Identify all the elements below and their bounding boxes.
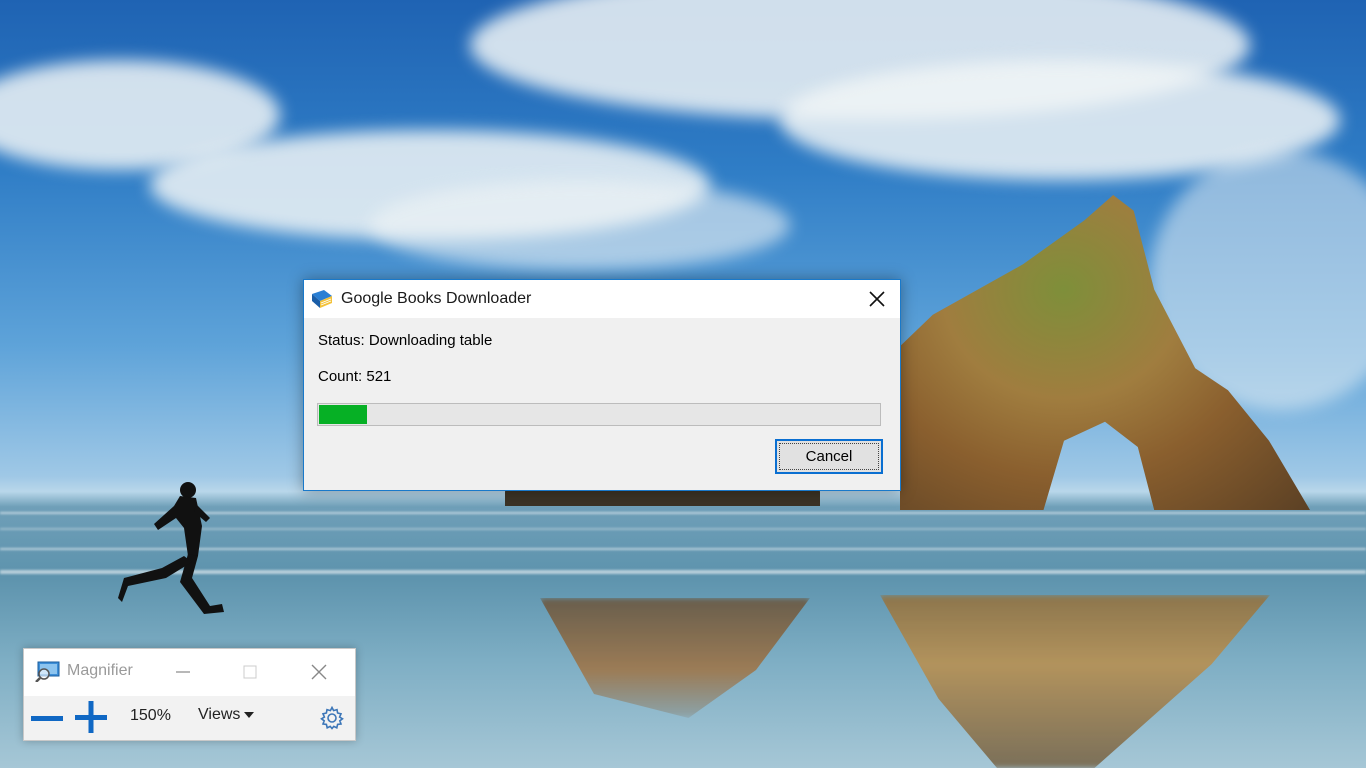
minus-icon[interactable] xyxy=(29,702,65,734)
downloader-dialog: Google Books Downloader Status: Download… xyxy=(303,279,901,491)
status-label: Status: Downloading table xyxy=(318,332,493,349)
count-label: Count: 521 xyxy=(318,368,392,385)
chevron-down-icon xyxy=(244,711,255,718)
magnifier-maximize-button[interactable] xyxy=(232,657,268,687)
cancel-button[interactable]: Cancel xyxy=(775,439,883,474)
zoom-level: 150% xyxy=(130,707,171,724)
cancel-button-label: Cancel xyxy=(779,443,879,470)
runner-silhouette xyxy=(118,482,224,614)
dialog-titlebar[interactable]: Google Books Downloader xyxy=(304,280,900,318)
views-label: Views xyxy=(198,706,241,723)
magnifier-minimize-button[interactable] xyxy=(165,657,201,687)
plus-icon[interactable] xyxy=(73,700,109,734)
cloud xyxy=(370,180,790,270)
dialog-close-button[interactable] xyxy=(854,280,900,318)
close-icon xyxy=(869,291,885,307)
minimize-icon xyxy=(176,671,190,673)
magnifier-title: Magnifier xyxy=(67,662,133,679)
dialog-title: Google Books Downloader xyxy=(341,290,532,307)
rock-reflection xyxy=(880,595,1270,768)
magnifier-close-button[interactable] xyxy=(301,657,337,687)
gear-icon[interactable] xyxy=(320,706,344,730)
progress-fill xyxy=(319,405,367,424)
magnifier-window: Magnifier 150% Views xyxy=(23,648,356,741)
download-progress-bar xyxy=(317,403,881,426)
close-icon xyxy=(311,664,327,680)
magnifier-icon xyxy=(35,661,60,682)
blue-book-icon xyxy=(312,290,332,308)
maximize-icon xyxy=(243,665,257,679)
islet-reflection xyxy=(540,598,810,718)
magnifier-toolbar: 150% Views xyxy=(24,696,355,740)
views-dropdown[interactable]: Views xyxy=(198,706,255,724)
